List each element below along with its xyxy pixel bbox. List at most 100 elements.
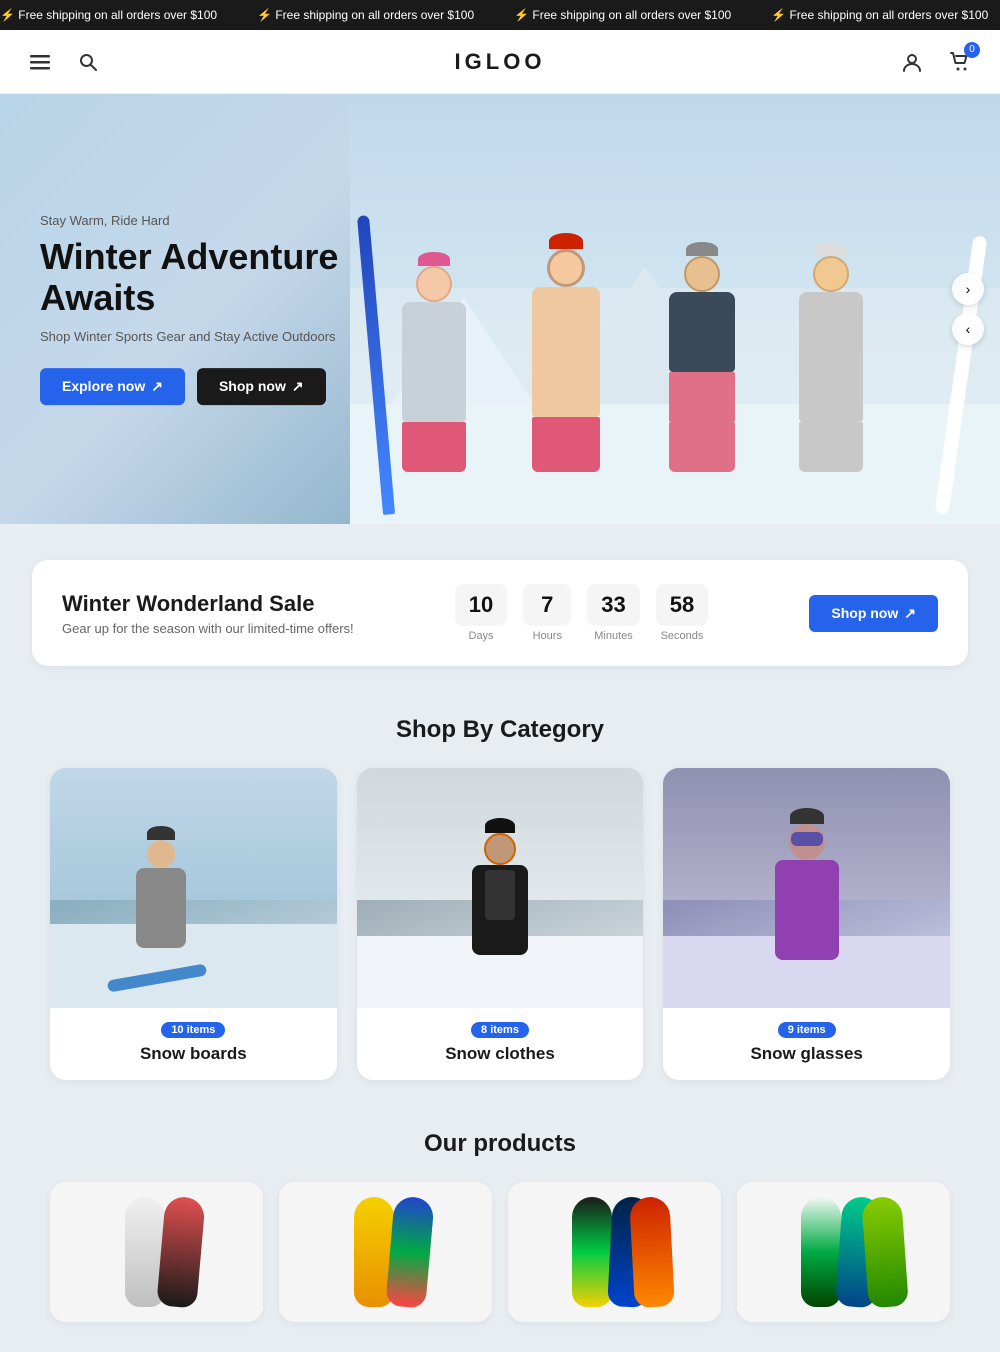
menu-button[interactable] — [24, 46, 56, 78]
product-card-4[interactable] — [737, 1182, 950, 1322]
body-2 — [532, 287, 600, 417]
account-icon — [901, 51, 923, 73]
helmet-4 — [815, 242, 847, 256]
ticker-item: ⚡ Free shipping on all orders over $100 — [514, 8, 731, 22]
pants-4 — [799, 422, 863, 472]
products-grid — [50, 1182, 950, 1322]
helmet-2 — [549, 233, 583, 249]
shop-now-button[interactable]: Shop now ↗ — [197, 368, 326, 405]
cat-art-3 — [663, 768, 950, 1008]
person-4 — [799, 242, 863, 472]
category-card-clothes[interactable]: 8 items Snow clothes — [357, 768, 644, 1080]
product-image-4 — [737, 1182, 950, 1322]
cart-badge: 0 — [964, 42, 980, 58]
header-right: 0 — [896, 46, 976, 78]
products-title: Our products — [20, 1130, 980, 1158]
face-c — [484, 833, 516, 865]
ticker-item: ⚡ Free shipping on all orders over $100 — [257, 8, 474, 22]
snowboard-3c — [629, 1196, 675, 1308]
helmet-g — [790, 808, 824, 824]
category-image-clothes — [357, 768, 644, 1008]
person-clothes — [472, 818, 528, 955]
face-3 — [684, 256, 720, 292]
face — [147, 840, 175, 868]
category-badge-2: 8 items — [471, 1022, 529, 1038]
face-2 — [547, 249, 585, 287]
search-icon — [78, 52, 98, 72]
category-card-glasses[interactable]: 9 items Snow glasses — [663, 768, 950, 1080]
helmet — [147, 826, 175, 840]
body-4 — [799, 292, 863, 422]
suit-c — [472, 865, 528, 955]
product-card-2[interactable] — [279, 1182, 492, 1322]
announcement-ticker: ⚡ Free shipping on all orders over $100 … — [0, 0, 1000, 30]
category-image-glasses — [663, 768, 950, 1008]
product-image-1 — [50, 1182, 263, 1322]
sky-1 — [50, 768, 337, 900]
account-button[interactable] — [896, 46, 928, 78]
countdown-hours: 7 Hours — [523, 584, 571, 642]
ticker-inner: ⚡ Free shipping on all orders over $100 … — [0, 8, 1000, 22]
sale-banner-wrapper: Winter Wonderland Sale Gear up for the s… — [0, 524, 1000, 666]
countdown-minutes: 33 Minutes — [587, 584, 639, 642]
arrow-icon: ↗ — [292, 378, 304, 395]
sale-shop-now-button[interactable]: Shop now ↗ — [809, 595, 938, 632]
hero-navigation: › ‹ — [952, 273, 984, 345]
face-g — [789, 824, 825, 860]
suit-g — [775, 860, 839, 960]
products-section: Our products — [0, 1110, 1000, 1352]
hero-subtitle: Shop Winter Sports Gear and Stay Active … — [40, 329, 400, 344]
ticker-item: ⚡ Free shipping on all orders over $100 — [0, 8, 217, 22]
snowboard-1b — [156, 1195, 205, 1308]
cat-art-2 — [357, 768, 644, 1008]
hero-eyebrow: Stay Warm, Ride Hard — [40, 213, 400, 228]
sale-text: Winter Wonderland Sale Gear up for the s… — [62, 591, 354, 636]
ticker-item: ⚡ Free shipping on all orders over $100 — [771, 8, 988, 22]
person-glasses — [775, 808, 839, 960]
pants-1 — [402, 422, 466, 472]
hamburger-icon — [30, 52, 50, 72]
snowboard-2b — [385, 1195, 434, 1308]
helmet-1 — [418, 252, 450, 266]
search-button[interactable] — [72, 46, 104, 78]
explore-now-button[interactable]: Explore now ↗ — [40, 368, 185, 405]
category-name-1: Snow boards — [66, 1044, 321, 1064]
body-lower-3 — [669, 372, 735, 422]
countdown-seconds: 58 Seconds — [656, 584, 708, 642]
hero-next-button[interactable]: › — [952, 273, 984, 305]
category-info-2: 8 items Snow clothes — [357, 1008, 644, 1080]
product-image-2 — [279, 1182, 492, 1322]
hero-prev-button[interactable]: ‹ — [952, 313, 984, 345]
snowboard-4c — [861, 1196, 909, 1309]
category-name-2: Snow clothes — [373, 1044, 628, 1064]
person-2 — [532, 233, 600, 472]
product-card-3[interactable] — [508, 1182, 721, 1322]
suit — [136, 868, 186, 948]
product-card-1[interactable] — [50, 1182, 263, 1322]
snowboard-3a — [572, 1197, 612, 1307]
vest-3 — [669, 292, 735, 372]
logo[interactable]: IGLOO — [455, 49, 546, 75]
category-card-snowboards[interactable]: 10 items Snow boards — [50, 768, 337, 1080]
arrow-icon: ↗ — [151, 378, 163, 395]
hero-title: Winter Adventure Awaits — [40, 236, 400, 319]
pants-3 — [669, 422, 735, 472]
person-3 — [669, 242, 735, 472]
face-4 — [813, 256, 849, 292]
category-name-3: Snow glasses — [679, 1044, 934, 1064]
person-1 — [402, 252, 466, 472]
categories-title: Shop By Category — [20, 716, 980, 744]
pants-2 — [532, 417, 600, 472]
category-badge-1: 10 items — [161, 1022, 225, 1038]
backpack — [485, 870, 515, 920]
helmet-3 — [686, 242, 718, 256]
header-left — [24, 46, 104, 78]
hero-buttons: Explore now ↗ Shop now ↗ — [40, 368, 400, 405]
category-image-snowboards — [50, 768, 337, 1008]
skier-figure-1 — [136, 826, 186, 948]
categories-section: Shop By Category — [0, 686, 1000, 1110]
cat-art-1 — [50, 768, 337, 1008]
category-badge-3: 9 items — [778, 1022, 836, 1038]
header: IGLOO 0 — [0, 30, 1000, 94]
cart-button[interactable]: 0 — [944, 46, 976, 78]
